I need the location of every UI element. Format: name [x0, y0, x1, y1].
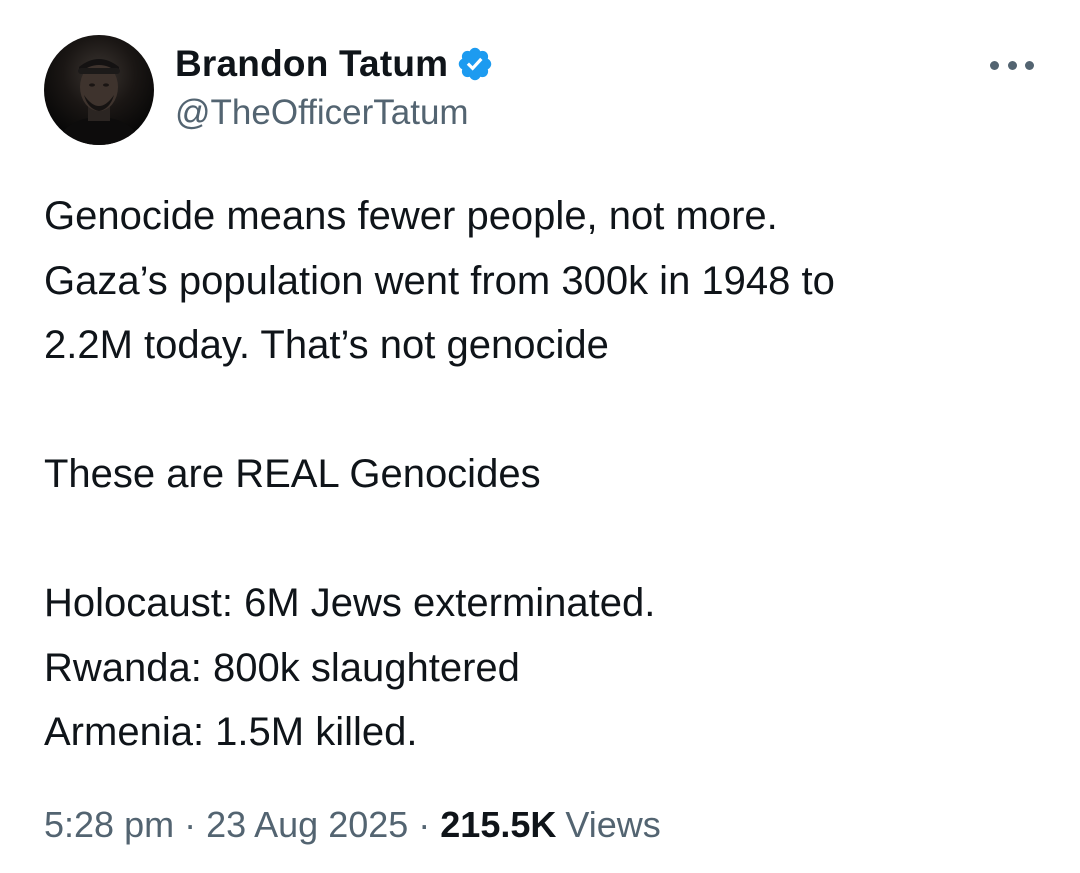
avatar-image — [57, 59, 141, 145]
tweet-text: Genocide means fewer people, not more. G… — [44, 184, 1044, 765]
tweet-meta: 5:28 pm · 23 Aug 2025 · 215.5K Views — [44, 804, 661, 846]
tweet-time[interactable]: 5:28 pm — [44, 804, 174, 846]
views-label[interactable]: Views — [565, 804, 660, 846]
tweet-header: Brandon Tatum @TheOfficerTatum — [44, 35, 1044, 145]
tweet-line: Gaza’s population went from 300k in 1948… — [44, 258, 835, 303]
name-row: Brandon Tatum — [175, 39, 494, 89]
meta-separator: · — [184, 804, 197, 845]
more-dot — [1025, 60, 1034, 70]
tweet-line: These are REAL Genocides — [44, 452, 541, 496]
verified-badge-icon[interactable] — [456, 45, 494, 83]
avatar[interactable] — [44, 35, 154, 145]
more-options-icon[interactable] — [990, 55, 1034, 75]
more-dot — [1007, 60, 1017, 70]
tweet-line: 2.2M today. That’s not genocide — [44, 323, 609, 367]
tweet-line: Genocide means fewer people, not more. — [44, 194, 778, 238]
display-name[interactable]: Brandon Tatum — [175, 43, 448, 85]
more-dot — [990, 60, 999, 70]
tweet-date[interactable]: 23 Aug 2025 — [206, 804, 408, 846]
tweet-line: Holocaust: 6M Jews exterminated. — [44, 581, 656, 625]
views-count[interactable]: 215.5K — [440, 804, 556, 846]
tweet-line: Rwanda: 800k slaughtered — [44, 645, 520, 690]
tweet-line: Armenia: 1.5M killed. — [44, 710, 418, 754]
user-handle[interactable]: @TheOfficerTatum — [175, 93, 469, 133]
meta-separator: · — [418, 804, 431, 845]
